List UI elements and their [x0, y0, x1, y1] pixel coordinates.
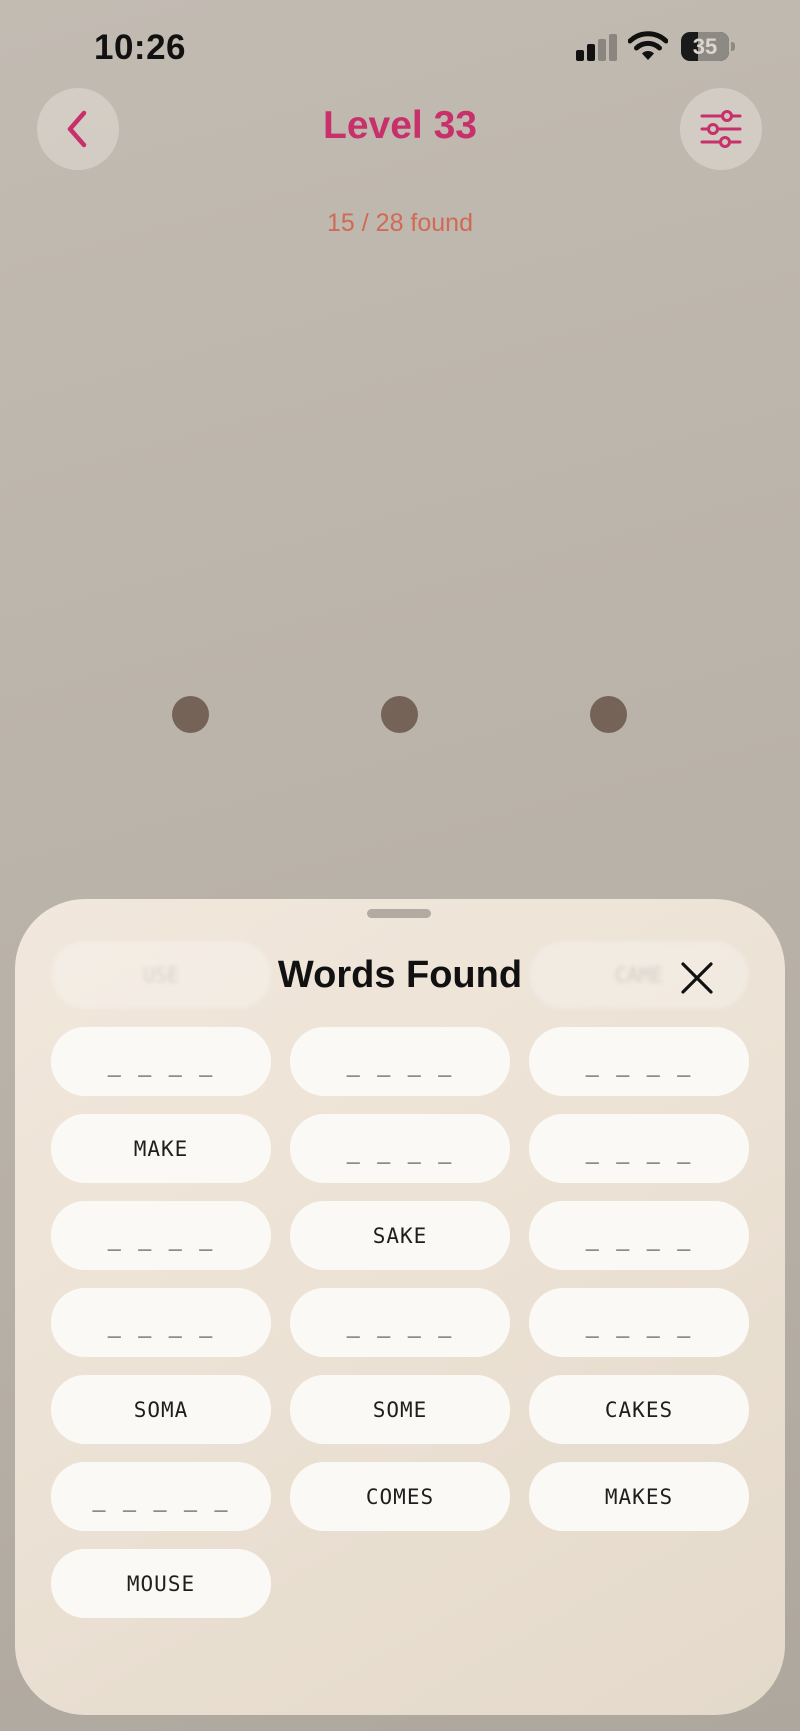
hidden-word-tile: _ _ _ _	[51, 1201, 271, 1270]
sliders-icon	[700, 110, 742, 148]
wifi-icon	[627, 30, 669, 62]
letter-dot[interactable]	[381, 696, 418, 733]
settings-button[interactable]	[680, 88, 762, 170]
found-word-tile: MAKE	[51, 1114, 271, 1183]
close-icon	[681, 962, 713, 994]
found-word-tile: SOME	[290, 1375, 510, 1444]
found-word-tile: COMES	[290, 1462, 510, 1531]
letter-dot[interactable]	[172, 696, 209, 733]
letter-dot[interactable]	[590, 696, 627, 733]
battery-icon: 35	[681, 32, 735, 61]
found-count: 15 / 28 found	[327, 209, 473, 237]
hidden-word-tile: _ _ _ _	[290, 1288, 510, 1357]
battery-level: 35	[692, 34, 718, 59]
found-word-tile: SOMA	[51, 1375, 271, 1444]
close-button[interactable]	[665, 946, 729, 1010]
status-bar: 10:26 35	[0, 0, 800, 95]
hidden-word-tile: _ _ _ _	[529, 1288, 749, 1357]
sheet-drag-handle[interactable]	[367, 909, 431, 918]
cellular-signal-icon	[576, 34, 618, 61]
found-word-tile: CAKES	[529, 1375, 749, 1444]
hidden-word-tile: _ _ _ _	[529, 1201, 749, 1270]
hidden-word-tile: _ _ _ _	[529, 1027, 749, 1096]
hidden-word-tile: _ _ _ _	[290, 1114, 510, 1183]
hidden-word-tile: _ _ _ _	[290, 1027, 510, 1096]
found-word-tile: MOUSE	[51, 1549, 271, 1618]
words-found-sheet: USE CAME Words Found _ _ _ _ _ _ _ _ _ _ _…	[15, 899, 785, 1715]
hidden-word-tile: _ _ _ _ _	[51, 1462, 271, 1531]
status-time: 10:26	[94, 28, 187, 67]
hidden-word-tile: _ _ _ _	[51, 1288, 271, 1357]
hidden-word-tile: _ _ _ _	[51, 1027, 271, 1096]
found-word-tile: MAKES	[529, 1462, 749, 1531]
found-word-tile: SAKE	[290, 1201, 510, 1270]
word-grid: _ _ _ _ _ _ _ _ _ _ _ _ MAKE _ _ _ _ _ _ _ _ _…	[51, 1027, 751, 1618]
hidden-word-tile: _ _ _ _	[529, 1114, 749, 1183]
